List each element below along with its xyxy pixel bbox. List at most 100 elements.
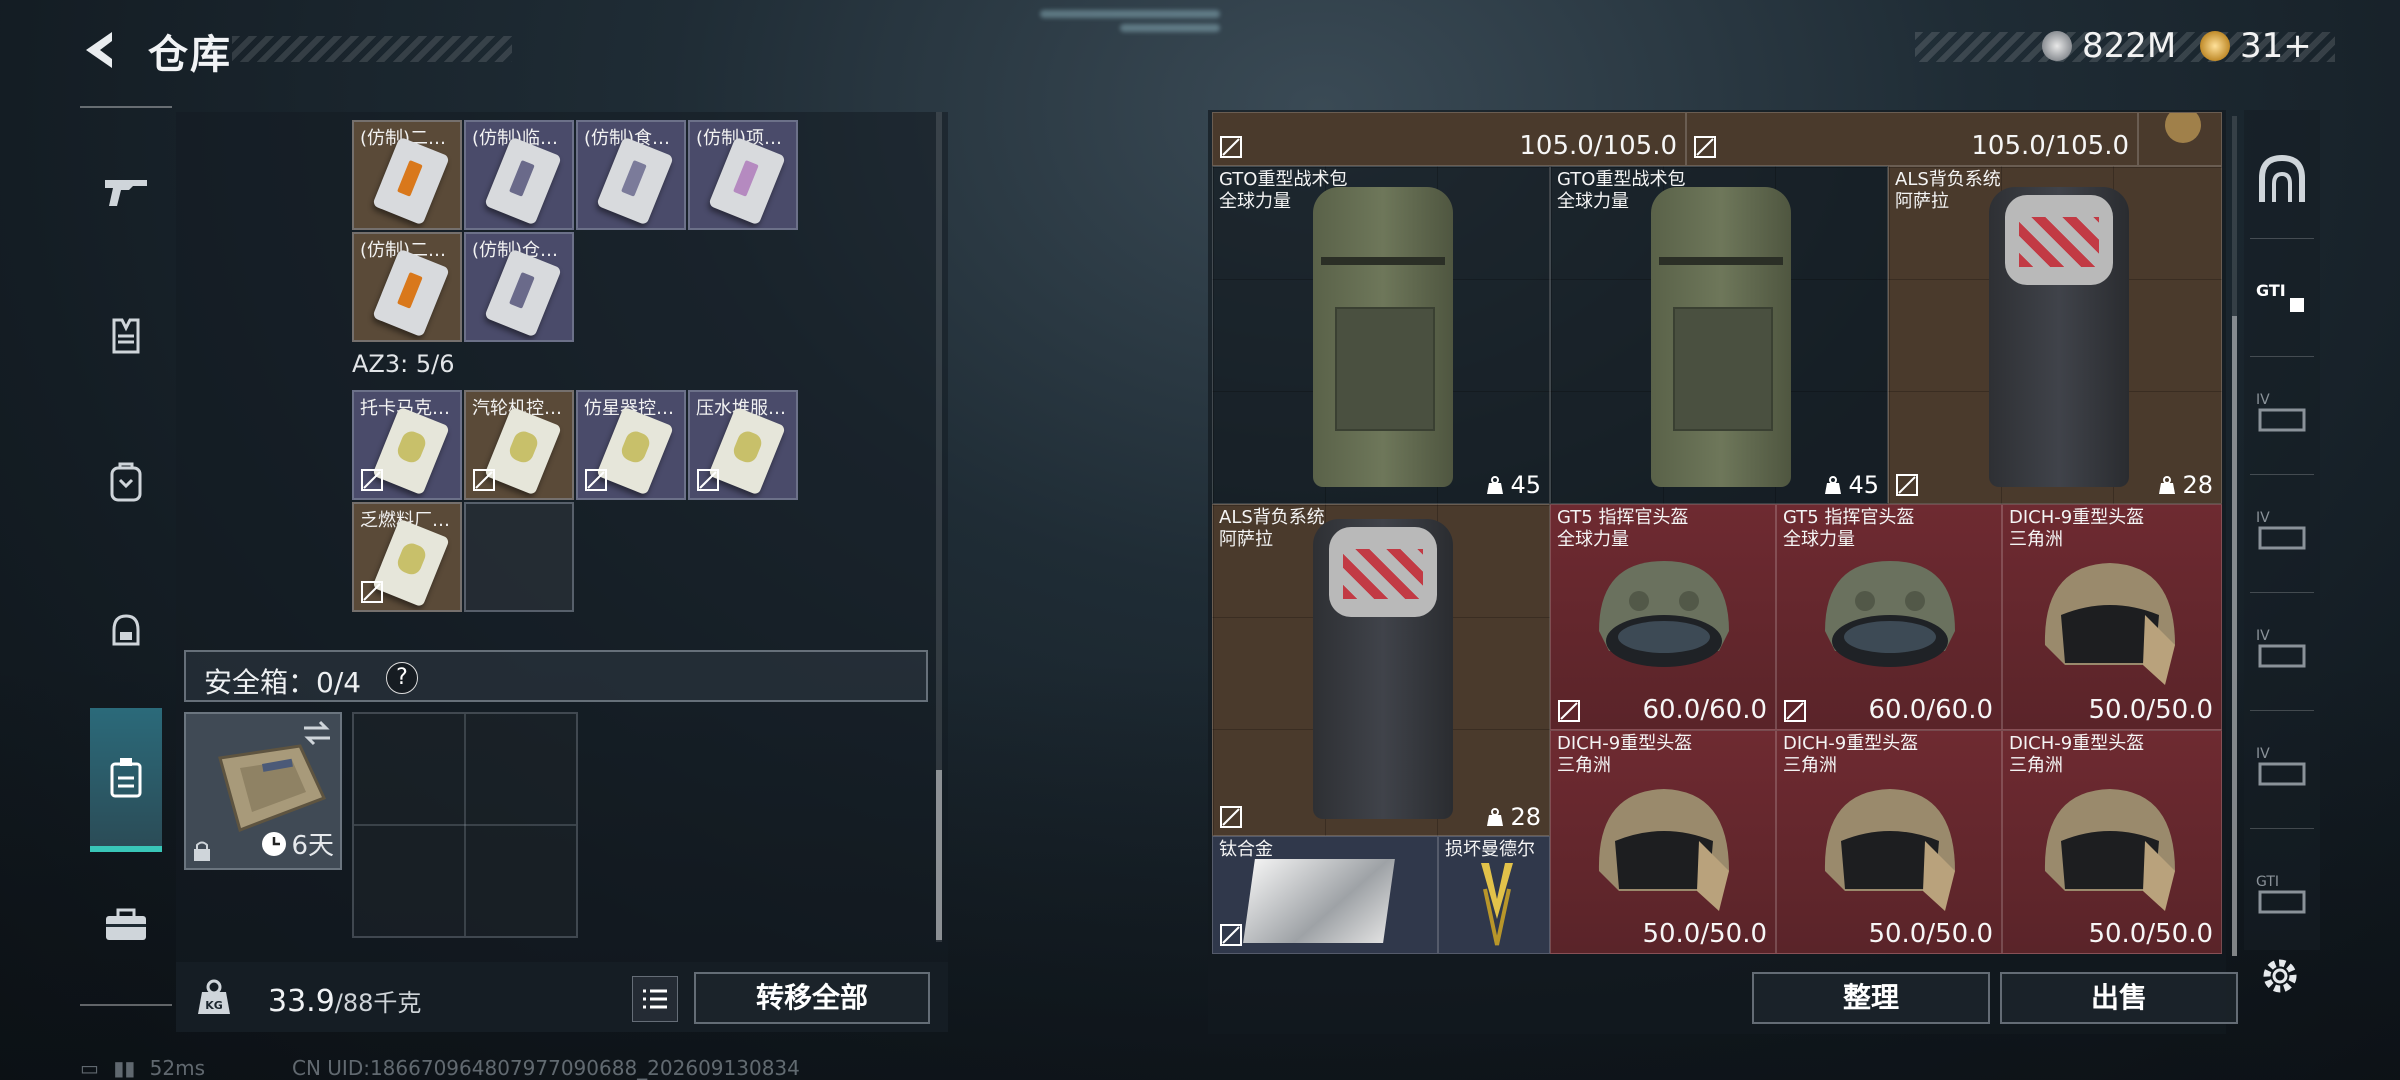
stash-tab-main[interactable] (2250, 148, 2314, 212)
sort-button[interactable]: 整理 (1752, 972, 1990, 1024)
weight-small-icon (2159, 476, 2176, 494)
als-backpack-image (1989, 187, 2129, 487)
no-insure-icon (1784, 700, 1806, 722)
container-item[interactable]: (仿制)二… (352, 232, 462, 342)
dich9-helmet-image (2044, 563, 2175, 685)
settings-gear-icon[interactable] (2258, 954, 2302, 998)
stash-item-partial[interactable]: 105.0/105.0 (1212, 112, 1686, 166)
titanium-ingot-image (1243, 859, 1395, 943)
armor-vest-icon (112, 318, 140, 354)
durability-value: 50.0/50.0 (2088, 695, 2213, 725)
title-decor-stripe (232, 36, 512, 62)
gt5-helmet-image (1599, 561, 1729, 667)
weight-tag: 28 (1486, 803, 1541, 831)
container-item[interactable]: (仿制)食… (576, 120, 686, 230)
container-item[interactable]: (仿制)临… (464, 120, 574, 230)
toolbox-icon (106, 908, 146, 940)
stash-item-helmet[interactable]: DICH-9重型头盔 三角洲 50.0/50.0 (1550, 730, 1776, 954)
timer-text: 6天 (291, 831, 334, 861)
safe-box-header: 安全箱：0/4 ? (184, 650, 928, 702)
nav-toolbox[interactable] (90, 888, 162, 960)
weight-tag: 45 (1486, 471, 1541, 499)
durability-value: 105.0/105.0 (1519, 131, 1677, 161)
stash-item-backpack[interactable]: GTO重型战术包 全球力量 45 (1550, 166, 1888, 504)
nav-safe-box[interactable] (90, 742, 162, 814)
weight-small-icon (1487, 476, 1504, 494)
az3-item[interactable]: 托卡马克… (352, 390, 462, 500)
sell-button[interactable]: 出售 (2000, 972, 2238, 1024)
nav-armor[interactable] (90, 300, 162, 372)
container-scrollbar-thumb[interactable] (936, 770, 942, 940)
safe-box-item[interactable]: 6天 (184, 712, 342, 870)
help-icon[interactable]: ? (386, 662, 418, 694)
currency-money: 822M (2042, 26, 2176, 66)
currency-coin: 31+ (2200, 26, 2312, 66)
swap-icon[interactable] (302, 720, 332, 746)
az3-item[interactable]: 仿星器控… (576, 390, 686, 500)
stash-item-helmet[interactable]: DICH-9重型头盔 三角洲 50.0/50.0 (2002, 504, 2222, 730)
gto-backpack-image (1651, 187, 1791, 487)
stash-item-titanium[interactable]: 钛合金 (1212, 836, 1438, 954)
gun-icon (105, 180, 147, 206)
container-item[interactable]: (仿制)二… (352, 120, 462, 230)
als-backpack-image (1313, 519, 1453, 819)
az3-item[interactable]: 乏燃料厂… (352, 502, 462, 612)
weight-small-icon (1825, 476, 1842, 494)
safe-box-timer: 6天 (261, 825, 334, 862)
nav-backpack[interactable] (90, 446, 162, 518)
backpack-icon (110, 462, 142, 502)
stash-tab-gti[interactable]: GTI (2250, 262, 2314, 326)
safe-box-empty-slots[interactable] (352, 712, 578, 938)
stash-item-helmet[interactable]: GT5 指挥官头盔 全球力量 60.0/60.0 (1550, 504, 1776, 730)
back-arrow-icon[interactable] (78, 28, 122, 72)
dich9-helmet-image (1824, 789, 1955, 911)
stash-item-backpack[interactable]: ALS背负系统 阿萨拉 28 (1212, 504, 1550, 836)
nav-chest-rig[interactable] (90, 594, 162, 666)
list-icon (643, 989, 667, 1009)
weight-unit: /88千克 (334, 989, 422, 1017)
az3-item[interactable]: 压水堆服… (688, 390, 798, 500)
svg-text:IV: IV (2256, 628, 2270, 644)
stash-item-helmet[interactable]: GT5 指挥官头盔 全球力量 60.0/60.0 (1776, 504, 2002, 730)
mandel-brick-image (1481, 863, 1513, 946)
list-view-button[interactable] (632, 976, 678, 1022)
stash-tab-iv-3[interactable]: IV (2250, 616, 2314, 680)
iv-tab-icon: IV (2256, 510, 2306, 550)
stash-grid: 105.0/105.0 105.0/105.0 GTO重型战术包 全球力量 45 … (1212, 112, 2222, 954)
stash-item-partial[interactable]: 105.0/105.0 (1686, 112, 2138, 166)
az3-item[interactable]: 汽轮机控… (464, 390, 574, 500)
item-name: ALS背负系统 阿萨拉 (1895, 169, 2001, 212)
tab-divider (2250, 474, 2314, 475)
stash-item-backpack[interactable]: GTO重型战术包 全球力量 45 (1212, 166, 1550, 504)
no-insure-icon (1220, 924, 1242, 946)
transfer-all-button[interactable]: 转移全部 (694, 972, 930, 1024)
container-item[interactable]: (仿制)项… (688, 120, 798, 230)
ceiling-light (1040, 10, 1220, 18)
stash-tab-gti-2[interactable]: GTI (2250, 860, 2314, 924)
empty-slot[interactable] (464, 502, 574, 612)
stash-tab-iv-2[interactable]: IV (2250, 498, 2314, 562)
stash-tab-iv-4[interactable]: IV (2250, 734, 2314, 798)
stash-scrollbar-thumb[interactable] (2232, 316, 2237, 956)
stash-item-partial[interactable] (2138, 112, 2222, 166)
page-title: 仓库 (148, 32, 232, 78)
item-name: 钛合金 (1219, 839, 1273, 860)
container-item[interactable]: (仿制)仓… (464, 232, 574, 342)
tab-divider (2250, 828, 2314, 829)
stash-item-helmet[interactable]: DICH-9重型头盔 三角洲 50.0/50.0 (1776, 730, 2002, 954)
durability-value: 50.0/50.0 (1642, 919, 1767, 949)
no-insure-icon (473, 469, 495, 491)
nav-weapons[interactable] (90, 156, 162, 228)
arch-icon (2259, 154, 2305, 202)
stash-item-backpack[interactable]: ALS背负系统 阿萨拉 28 (1888, 166, 2222, 504)
az3-capacity-label: AZ3: 5/6 (352, 350, 455, 378)
stash-tab-iv-1[interactable]: IV (2250, 380, 2314, 444)
svg-text:GTI: GTI (2256, 281, 2286, 300)
no-insure-icon (697, 469, 719, 491)
uid-text: CN UID:18667096480797709068​8_2026091308… (292, 1056, 800, 1080)
nav-divider (80, 1004, 172, 1006)
gti-tab-icon: GTI (2256, 281, 2304, 312)
stash-item-mandel[interactable]: 损坏曼德尔 (1438, 836, 1550, 954)
status-bar: ▭ ▮▮ 52ms (80, 1056, 205, 1080)
stash-item-helmet[interactable]: DICH-9重型头盔 三角洲 50.0/50.0 (2002, 730, 2222, 954)
